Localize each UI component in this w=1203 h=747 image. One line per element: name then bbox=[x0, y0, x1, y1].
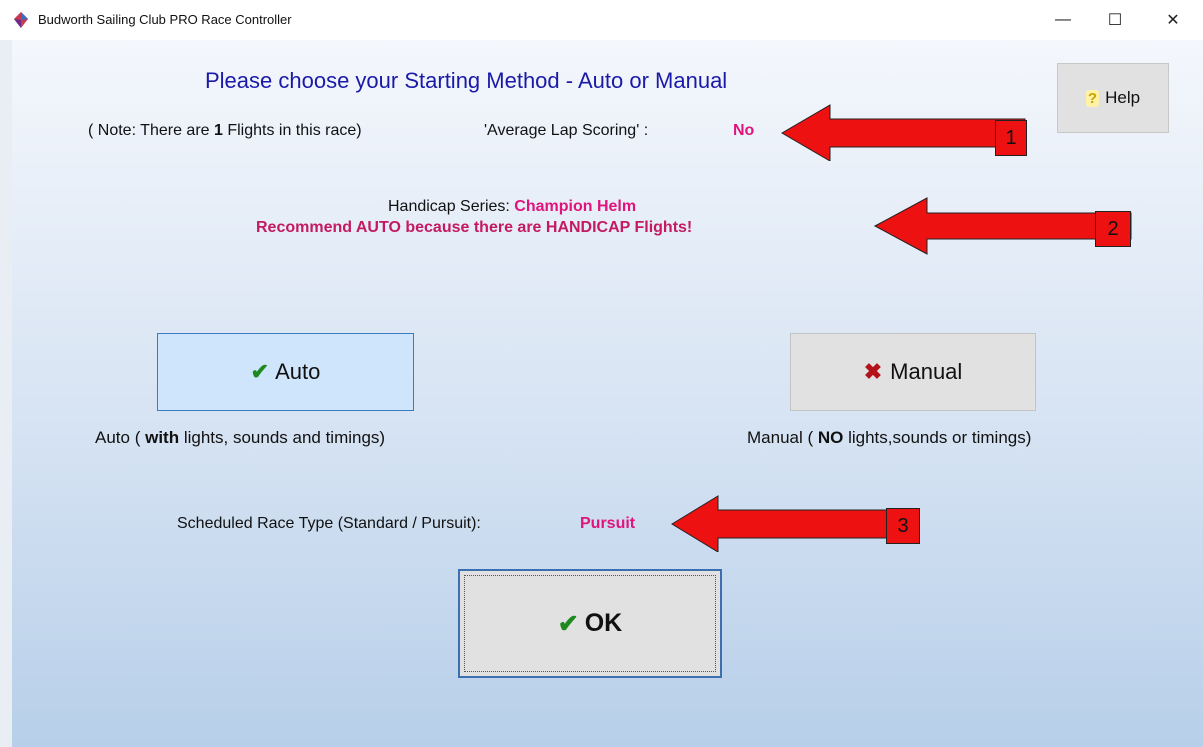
auto-button[interactable]: ✔ Auto bbox=[157, 333, 414, 411]
minimize-button[interactable]: — bbox=[1040, 0, 1086, 40]
lap-scoring-label: 'Average Lap Scoring' : bbox=[484, 122, 649, 139]
flights-count: 1 bbox=[213, 122, 223, 139]
ok-button[interactable]: ✔ OK bbox=[458, 569, 722, 678]
lap-scoring-value: No bbox=[733, 122, 755, 139]
close-button[interactable]: ✕ bbox=[1150, 0, 1196, 40]
race-type-label: Scheduled Race Type (Standard / Pursuit)… bbox=[177, 515, 481, 532]
annotation-arrow-1 bbox=[781, 104, 1026, 161]
window-edge bbox=[0, 40, 12, 747]
auto-button-label: Auto bbox=[275, 359, 321, 384]
handicap-series-line: Handicap Series: Champion Helm bbox=[388, 198, 636, 216]
manual-desc-prefix: Manual ( bbox=[747, 428, 818, 447]
app-window: Budworth Sailing Club PRO Race Controlle… bbox=[0, 0, 1203, 747]
manual-desc-suffix: lights,sounds or timings) bbox=[843, 428, 1032, 447]
dialog-heading: Please choose your Starting Method - Aut… bbox=[205, 68, 728, 93]
flights-note-suffix: Flights in this race) bbox=[222, 122, 362, 139]
manual-description: Manual ( NO lights,sounds or timings) bbox=[747, 428, 1031, 448]
ok-button-label: OK bbox=[584, 609, 623, 637]
help-button[interactable]: ? Help bbox=[1057, 63, 1169, 133]
flights-note-prefix: ( Note: There are bbox=[88, 122, 214, 139]
checkmark-icon: ✔ bbox=[557, 609, 579, 638]
title-bar: Budworth Sailing Club PRO Race Controlle… bbox=[0, 0, 1203, 40]
cross-icon: ✖ bbox=[863, 359, 883, 384]
auto-description: Auto ( with lights, sounds and timings) bbox=[95, 428, 385, 448]
window-title: Budworth Sailing Club PRO Race Controlle… bbox=[38, 12, 292, 27]
checkmark-icon: ✔ bbox=[250, 359, 270, 384]
annotation-number-3: 3 bbox=[886, 508, 920, 544]
handicap-series-value: Champion Helm bbox=[514, 198, 637, 215]
recommendation-text: Recommend AUTO because there are HANDICA… bbox=[256, 219, 693, 236]
annotation-number-1: 1 bbox=[995, 120, 1027, 156]
manual-button-label: Manual bbox=[890, 359, 963, 384]
manual-button[interactable]: ✖ Manual bbox=[790, 333, 1036, 411]
help-question-icon: ? bbox=[1085, 89, 1100, 107]
annotation-arrow-3 bbox=[671, 495, 919, 552]
flights-note: ( Note: There are 1 Flights in this race… bbox=[88, 122, 362, 140]
auto-desc-prefix: Auto ( bbox=[95, 428, 146, 447]
auto-desc-bold: with bbox=[145, 428, 180, 447]
help-button-label: Help bbox=[1105, 88, 1141, 107]
handicap-series-label: Handicap Series: bbox=[388, 198, 510, 215]
maximize-button[interactable]: ☐ bbox=[1092, 0, 1138, 40]
race-type-value: Pursuit bbox=[580, 515, 636, 532]
app-logo-icon bbox=[14, 12, 28, 28]
auto-desc-suffix: lights, sounds and timings) bbox=[179, 428, 386, 447]
manual-desc-bold: NO bbox=[817, 428, 844, 447]
annotation-number-2: 2 bbox=[1095, 211, 1131, 247]
